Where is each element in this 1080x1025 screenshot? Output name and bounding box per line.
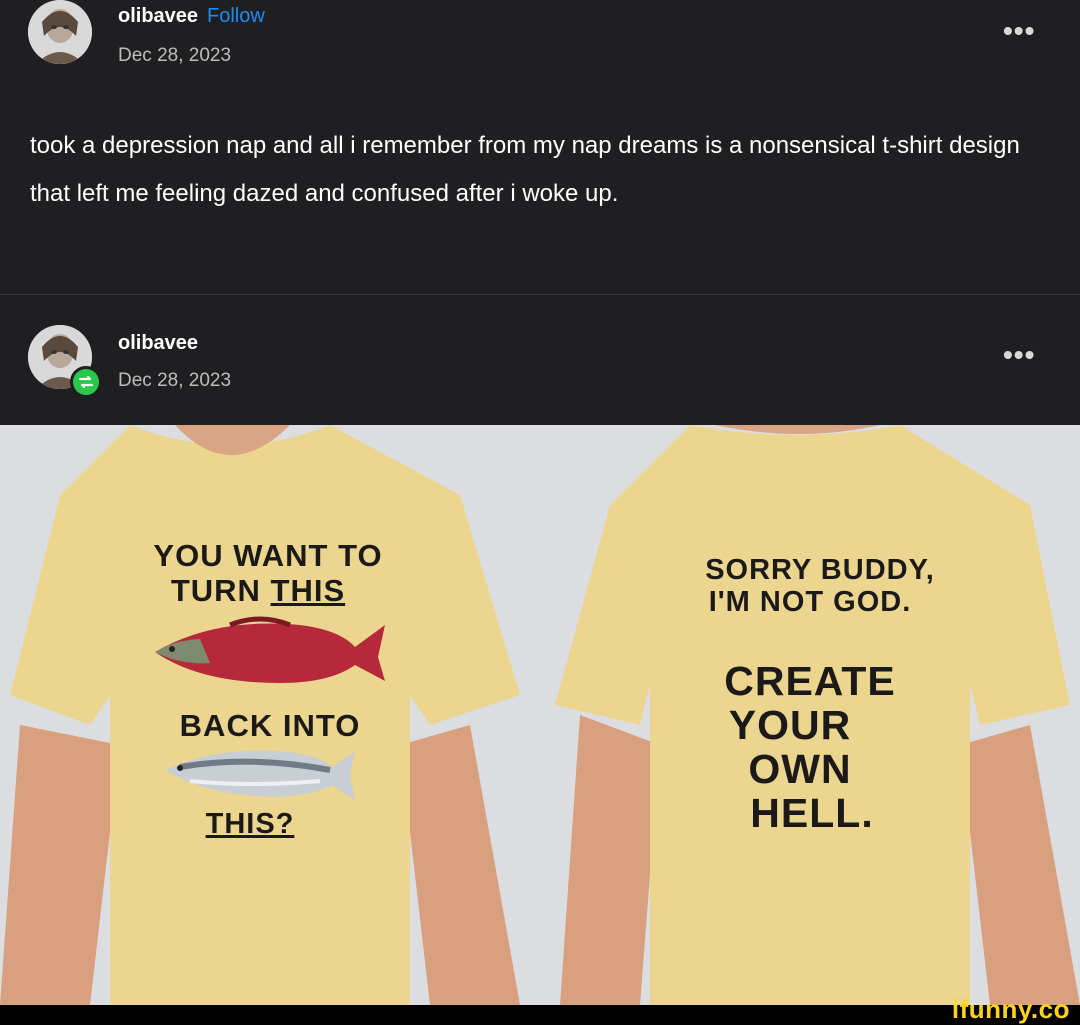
back-line-3: CREATE (724, 658, 896, 704)
divider (0, 294, 1080, 295)
more-horizontal-icon[interactable]: ••• (1003, 17, 1035, 45)
shirt-photo: YOU WANT TO TURN THIS BACK INTO THIS? SO… (0, 425, 1080, 1005)
bottom-bar (0, 1005, 1080, 1025)
author-name[interactable]: olibavee (118, 5, 198, 28)
reblog-more-horizontal-icon[interactable]: ••• (1003, 341, 1035, 369)
reblog-author-name[interactable]: olibavee (118, 332, 198, 355)
post-body: took a depression nap and all i remember… (30, 132, 1020, 207)
back-line-5: OWN (748, 746, 852, 792)
back-line-4: YOUR (728, 702, 852, 748)
back-line-2: I'M NOT GOD. (708, 586, 912, 618)
author-avatar[interactable] (28, 0, 92, 64)
post-date[interactable]: Dec 28, 2023 (118, 45, 231, 67)
follow-button[interactable]: Follow (207, 5, 265, 28)
front-line-1: YOU WANT TO (153, 538, 383, 573)
post-card: olibavee Follow Dec 28, 2023 ••• took a … (0, 0, 1080, 425)
back-line-1: SORRY BUDDY, (705, 554, 935, 586)
back-line-6: HELL. (750, 790, 874, 836)
ifunny-watermark: ifunny.co (951, 994, 1070, 1024)
front-line-4: THIS? (205, 808, 295, 840)
reblog-date[interactable]: Dec 28, 2023 (118, 370, 231, 392)
front-line-3: BACK INTO (179, 708, 361, 743)
front-line-2-underlined: THIS (270, 573, 346, 608)
front-line-2: TURN THIS (118, 573, 398, 609)
front-line-2-prefix: TURN (170, 573, 271, 608)
reblog-icon (70, 366, 102, 398)
